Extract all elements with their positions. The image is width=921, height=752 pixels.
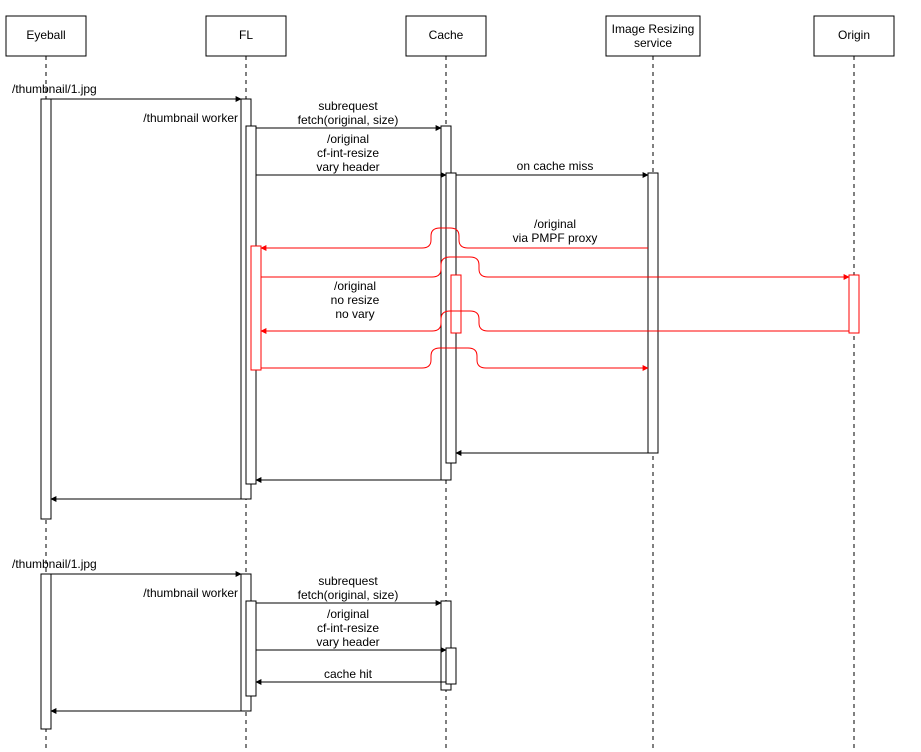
msg-cachehit-label: cache hit xyxy=(324,667,373,681)
msg-cachemiss-label: on cache miss xyxy=(517,159,594,173)
msg-subrequest2-l1: subrequest xyxy=(318,574,378,588)
msg-pmpf-l1: /original xyxy=(534,217,576,231)
participant-fl: FL xyxy=(206,16,286,56)
msg-subrequest-l1: subrequest xyxy=(318,99,378,113)
participant-cache-label: Cache xyxy=(429,28,464,42)
activation-irs-1 xyxy=(648,173,658,453)
msg-tocache-l3: vary header xyxy=(316,160,379,174)
participant-irs-label-2: service xyxy=(634,36,672,50)
msg-tocache2-l1: /original xyxy=(327,607,369,621)
activation-eyeball-2 xyxy=(41,574,51,729)
msg-tocache-l1: /original xyxy=(327,132,369,146)
participant-origin-label: Origin xyxy=(838,28,870,42)
participant-eyeball-label: Eyeball xyxy=(26,28,65,42)
msg-worker-label: /thumbnail worker xyxy=(143,111,238,125)
activation-origin-pmpf xyxy=(849,275,859,333)
activation-cache-2b xyxy=(446,648,456,684)
participant-eyeball: Eyeball xyxy=(6,16,86,56)
participant-image-resizing-service: Image Resizing service xyxy=(606,16,700,56)
msg-noresize-l3: no vary xyxy=(335,307,374,321)
participant-fl-label: FL xyxy=(239,28,253,42)
msg-subrequest2-l2: fetch(original, size) xyxy=(298,588,399,602)
activation-cache-pmpf xyxy=(451,275,461,333)
sequence-diagram: Eyeball FL Cache Image Resizing service … xyxy=(0,0,921,752)
participant-cache: Cache xyxy=(406,16,486,56)
msg-req2-label: /thumbnail/1.jpg xyxy=(12,557,97,571)
activation-fl-pmpf xyxy=(251,246,261,370)
msg-fl-to-origin xyxy=(261,257,849,277)
msg-pmpf-l2: via PMPF proxy xyxy=(513,231,598,245)
activation-eyeball-1 xyxy=(41,99,51,519)
msg-tocache2-l3: vary header xyxy=(316,635,379,649)
msg-tocache2-l2: cf-int-resize xyxy=(317,621,379,635)
msg-req1-label: /thumbnail/1.jpg xyxy=(12,82,97,96)
msg-worker2-label: /thumbnail worker xyxy=(143,586,238,600)
msg-subrequest-l2: fetch(original, size) xyxy=(298,113,399,127)
participant-irs-label-1: Image Resizing xyxy=(612,22,695,36)
msg-tocache-l2: cf-int-resize xyxy=(317,146,379,160)
participant-origin: Origin xyxy=(814,16,894,56)
activation-fl-2b xyxy=(246,601,256,696)
msg-noresize-l2: no resize xyxy=(331,293,380,307)
msg-noresize-l1: /original xyxy=(334,279,376,293)
